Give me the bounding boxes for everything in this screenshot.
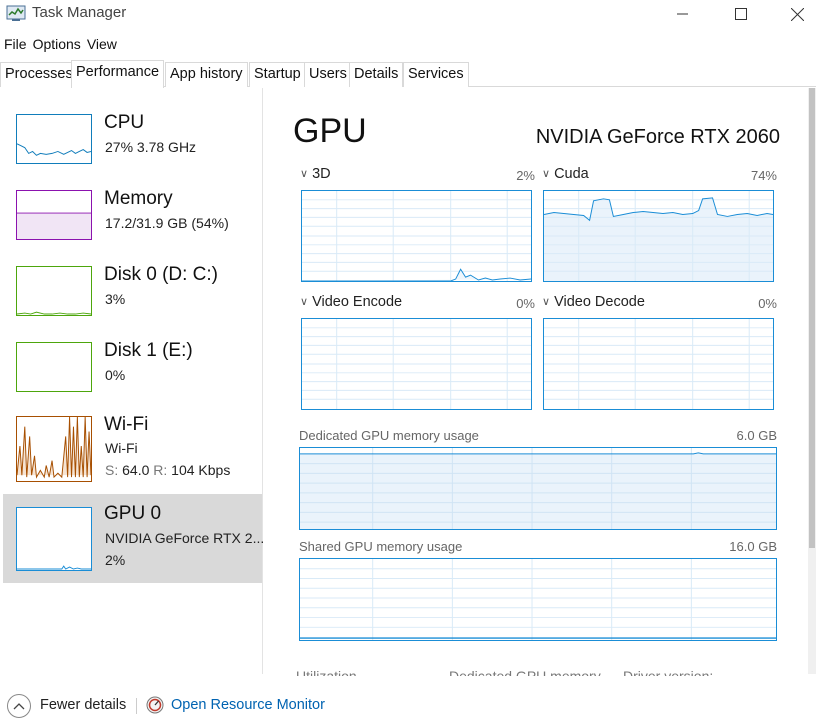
- graph-cuda: [543, 190, 774, 282]
- scrollbar[interactable]: [808, 88, 816, 674]
- engine-percent-3d: 2%: [516, 168, 535, 183]
- graph-video-encode: [301, 318, 532, 410]
- minimize-icon: [677, 13, 688, 15]
- shared-memory-max: 16.0 GB: [729, 539, 777, 554]
- memory-thumbnail-graph: [16, 190, 92, 240]
- title-bar: Task Manager: [0, 0, 816, 28]
- stat-driver-version-label: Driver version:: [623, 668, 714, 676]
- gpu0-usage: 2%: [105, 552, 126, 568]
- memory-title: Memory: [104, 188, 173, 209]
- tab-performance[interactable]: Performance: [71, 60, 165, 88]
- stat-utilization-label: Utilization: [296, 668, 357, 676]
- wifi-throughput: S: 64.0 R: 104 Kbps: [105, 462, 231, 478]
- resource-item-disk1[interactable]: Disk 1 (E:) 0%: [3, 338, 262, 414]
- engine-selector-cuda[interactable]: ∨ Cuda: [542, 166, 589, 182]
- close-icon: [790, 7, 804, 21]
- scrollbar-thumb[interactable]: [809, 88, 815, 548]
- chevron-down-icon: ∨: [542, 168, 551, 180]
- wifi-title: Wi-Fi: [104, 414, 149, 435]
- tab-strip: Processes Performance App history Startu…: [0, 60, 816, 88]
- maximize-button[interactable]: [718, 0, 764, 28]
- window-title: Task Manager: [32, 4, 127, 21]
- resource-list: CPU 27% 3.78 GHz Memory 17.2/31.9 GB (54…: [0, 88, 265, 674]
- tab-startup[interactable]: Startup: [249, 62, 306, 87]
- disk0-title: Disk 0 (D: C:): [104, 264, 218, 285]
- menu-bar: File Options View: [0, 33, 120, 55]
- gpu0-model: NVIDIA GeForce RTX 2...: [105, 530, 265, 546]
- resource-item-gpu0[interactable]: GPU 0 NVIDIA GeForce RTX 2... 2%: [3, 494, 265, 583]
- page-title: GPU: [293, 112, 367, 150]
- minimize-button[interactable]: [660, 0, 706, 28]
- fewer-details-button[interactable]: [7, 694, 31, 718]
- close-button[interactable]: [774, 0, 816, 28]
- gpu0-title: GPU 0: [104, 503, 162, 524]
- dedicated-memory-label: Dedicated GPU memory usage: [299, 428, 479, 443]
- disk0-usage: 3%: [105, 291, 126, 307]
- memory-usage: 17.2/31.9 GB (54%): [105, 215, 229, 231]
- engine-selector-3d[interactable]: ∨ 3D: [300, 166, 331, 182]
- tab-details[interactable]: Details: [349, 62, 404, 87]
- footer-divider: [136, 698, 137, 714]
- engine-selector-video-decode[interactable]: ∨ Video Decode: [542, 294, 645, 310]
- menu-view[interactable]: View: [84, 33, 120, 55]
- stat-dedicated-memory-label: Dedicated GPU memory: [449, 668, 601, 676]
- resource-item-wifi[interactable]: Wi-Fi Wi-Fi S: 64.0 R: 104 Kbps: [3, 414, 262, 490]
- disk0-thumbnail-graph: [16, 266, 92, 316]
- chevron-down-icon: ∨: [300, 296, 309, 308]
- chevron-down-icon: ∨: [542, 296, 551, 308]
- tab-app-history[interactable]: App history: [165, 62, 248, 87]
- graph-shared-memory: [299, 558, 777, 641]
- cpu-thumbnail-graph: [16, 114, 92, 164]
- engine-percent-video-decode: 0%: [758, 296, 777, 311]
- footer: Fewer details Open Resource Monitor: [0, 686, 816, 728]
- wifi-thumbnail-graph: [16, 416, 92, 482]
- fewer-details-link[interactable]: Fewer details: [40, 697, 126, 713]
- engine-percent-cuda: 74%: [750, 168, 777, 183]
- tab-users[interactable]: Users: [304, 62, 352, 87]
- maximize-icon: [735, 8, 747, 20]
- resource-item-disk0[interactable]: Disk 0 (D: C:) 3%: [3, 262, 262, 338]
- resource-item-memory[interactable]: Memory 17.2/31.9 GB (54%): [3, 186, 262, 262]
- disk1-thumbnail-graph: [16, 342, 92, 392]
- engine-selector-video-encode[interactable]: ∨ Video Encode: [300, 294, 402, 310]
- resource-item-cpu[interactable]: CPU 27% 3.78 GHz: [3, 110, 262, 186]
- dedicated-memory-max: 6.0 GB: [736, 428, 777, 443]
- menu-options[interactable]: Options: [30, 33, 84, 55]
- wifi-adapter: Wi-Fi: [105, 440, 138, 456]
- disk1-usage: 0%: [105, 367, 126, 383]
- resource-monitor-icon: [146, 696, 164, 714]
- gpu-model-name: NVIDIA GeForce RTX 2060: [535, 126, 780, 148]
- chevron-down-icon: ∨: [300, 168, 309, 180]
- gpu0-thumbnail-graph: [16, 507, 92, 571]
- engine-percent-video-encode: 0%: [516, 296, 535, 311]
- cpu-title: CPU: [104, 112, 145, 133]
- tab-services[interactable]: Services: [403, 62, 469, 87]
- graph-dedicated-memory: [299, 447, 777, 530]
- disk1-title: Disk 1 (E:): [104, 340, 193, 361]
- shared-memory-label: Shared GPU memory usage: [299, 539, 463, 554]
- graph-3d: [301, 190, 532, 282]
- open-resource-monitor-link[interactable]: Open Resource Monitor: [171, 697, 325, 713]
- chevron-up-icon: [13, 703, 25, 710]
- task-manager-icon: [6, 5, 26, 21]
- graph-video-decode: [543, 318, 774, 410]
- menu-file[interactable]: File: [0, 33, 30, 55]
- tab-processes[interactable]: Processes: [0, 62, 78, 87]
- cpu-usage: 27% 3.78 GHz: [105, 139, 197, 155]
